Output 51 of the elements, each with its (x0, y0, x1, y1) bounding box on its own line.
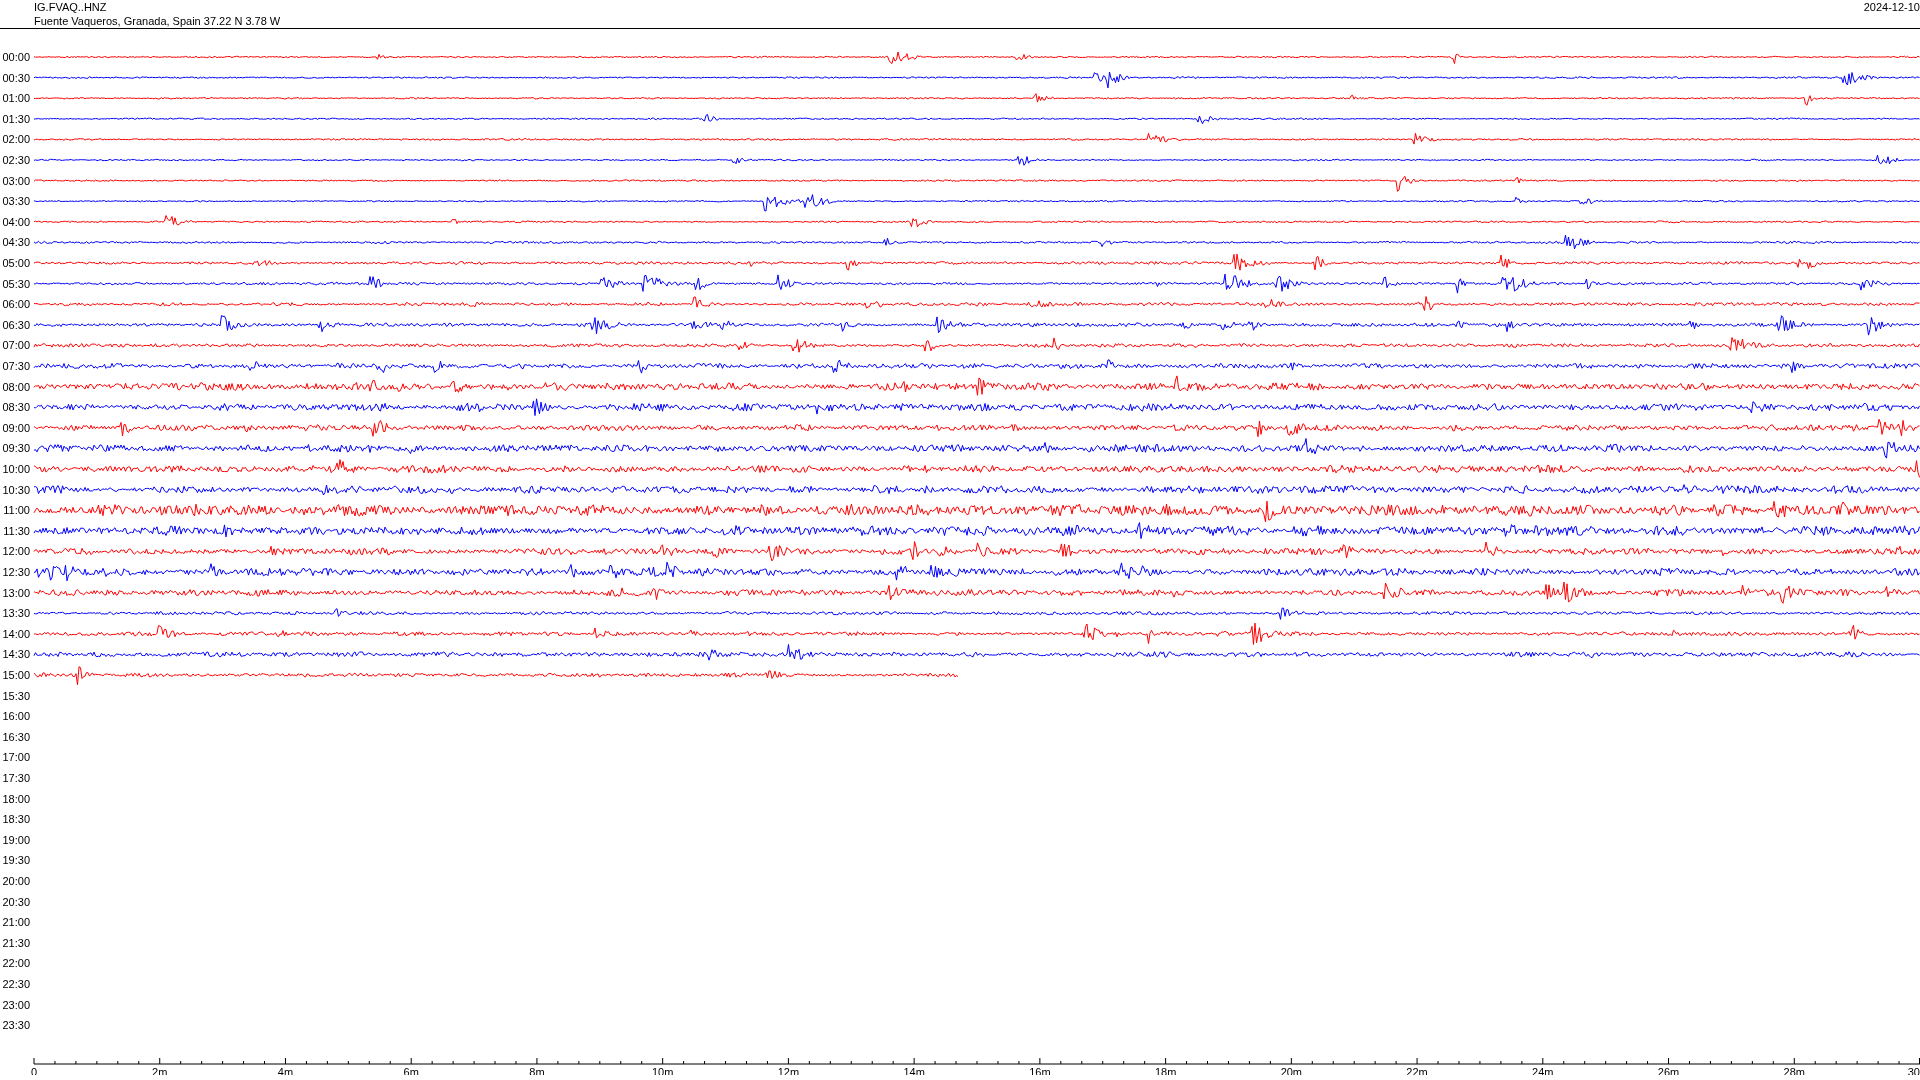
time-label: 15:30 (2, 689, 30, 702)
time-label: 17:00 (2, 751, 30, 764)
time-label: 06:00 (2, 298, 30, 311)
time-label: 21:00 (2, 916, 30, 929)
time-label: 18:30 (2, 813, 30, 826)
time-label: 03:00 (2, 174, 30, 187)
time-label: 03:30 (2, 195, 30, 208)
time-label: 18:00 (2, 792, 30, 805)
time-label: 20:30 (2, 895, 30, 908)
time-label: 02:00 (2, 133, 30, 146)
time-label: 23:30 (2, 1019, 30, 1032)
date-label: 2024-12-10 (1863, 0, 1920, 14)
time-label: 12:30 (2, 566, 30, 578)
time-label: 10:30 (2, 483, 30, 496)
time-label: 04:30 (2, 236, 30, 249)
time-label: 12:00 (2, 545, 30, 558)
time-label: 17:30 (2, 772, 30, 784)
time-label: 04:00 (2, 215, 30, 228)
time-label: 16:30 (2, 730, 30, 743)
time-label: 06:30 (2, 318, 30, 331)
time-label: 20:00 (2, 875, 30, 887)
time-label: 10:00 (2, 463, 30, 475)
time-label: 01:30 (2, 112, 30, 125)
time-label: 07:30 (2, 360, 30, 372)
time-label: 14:00 (2, 627, 30, 640)
time-label: 02:30 (2, 154, 30, 166)
time-label: 09:30 (2, 442, 30, 455)
time-label: 14:30 (2, 648, 30, 661)
time-label: 19:30 (2, 854, 30, 867)
time-label: 08:00 (2, 380, 30, 393)
time-label: 23:00 (2, 998, 30, 1011)
time-label: 11:30 (3, 524, 30, 537)
time-label: 00:30 (2, 71, 30, 84)
time-label: 11:00 (3, 504, 30, 517)
time-label: 05:00 (2, 257, 30, 269)
time-label: 09:00 (2, 421, 30, 434)
time-label: 16:00 (2, 710, 30, 723)
time-label: 15:00 (2, 669, 30, 681)
time-label: 05:30 (2, 277, 30, 290)
time-label: 22:00 (2, 957, 30, 970)
time-label: 13:30 (2, 607, 30, 620)
time-label: 19:00 (2, 833, 30, 846)
time-label: 07:00 (2, 339, 30, 352)
time-label: 22:30 (2, 978, 30, 990)
time-label: 01:00 (2, 92, 30, 105)
time-label: 00:00 (2, 51, 30, 63)
station-code: IG.FVAQ..HNZ (34, 0, 108, 14)
time-label: 08:30 (2, 401, 30, 414)
time-label: 21:30 (2, 936, 30, 949)
time-label: 13:00 (2, 586, 30, 599)
station-location: Fuente Vaqueros, Granada, Spain 37.22 N 3.78 W (34, 14, 281, 28)
